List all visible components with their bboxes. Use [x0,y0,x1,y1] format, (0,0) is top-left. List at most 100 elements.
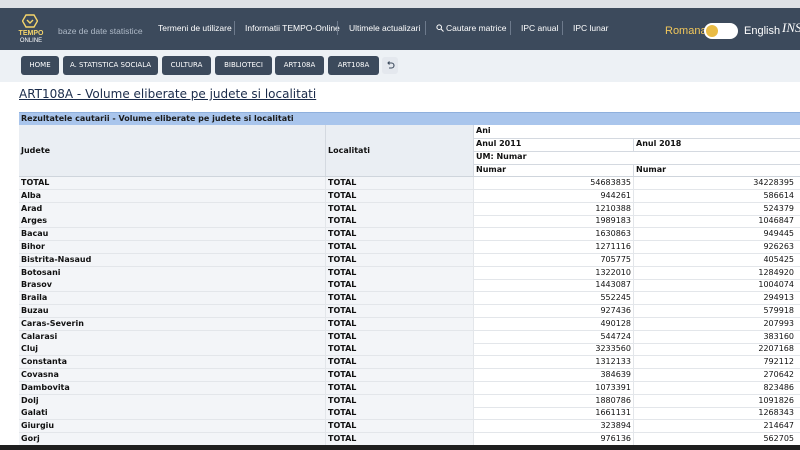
cell-divider [325,253,326,267]
cell-value-2018: 579918 [763,306,794,315]
nav-separator [510,21,511,35]
cell-value-2011: 1073391 [595,382,631,392]
nav-ipc-anual[interactable]: IPC anual [521,23,558,33]
cell-divider [325,279,326,293]
cell-value-2018: 1284920 [758,267,794,277]
header-divider [325,125,326,177]
header-divider [633,138,634,151]
nav-cautare-matrice[interactable]: Cautare matrice [436,23,506,33]
table-row: Brasov TOTAL 1443087 1004074 [19,279,800,293]
cell-divider [325,177,326,190]
nav-separator [234,21,235,35]
row-label-bg [19,369,473,381]
row-label-bg [19,407,473,420]
table-row: Calarasi TOTAL 544724 383160 [19,330,800,344]
cell-value-2011: 976136 [600,434,631,443]
row-label-bg [19,292,473,305]
cell-value-2011: 1661131 [595,408,631,418]
tempo-online-logo[interactable]: TEMPO ONLINE [16,14,46,48]
back-button[interactable] [382,57,398,74]
cell-localitate: TOTAL [328,242,357,251]
breadcrumb-cultura[interactable]: CULTURA [162,56,211,75]
cell-value-2011: 3233560 [595,344,631,354]
cell-divider [325,343,326,357]
cell-value-2018: 1046847 [758,216,794,226]
breadcrumb-statistica-sociala[interactable]: A. STATISTICA SOCIALA [63,56,158,75]
cell-localitate: TOTAL [328,344,357,354]
breadcrumb-biblioteci[interactable]: BIBLIOTECI [215,56,272,75]
cell-judet: Dolj [21,395,39,405]
cell-localitate: TOTAL [328,178,357,187]
cell-divider [325,420,326,434]
header-judete-label: Judete [21,146,51,155]
cell-localitate: TOTAL [328,267,357,277]
table-row: TOTAL TOTAL 54683835 34228395 [19,177,800,190]
cell-value-2018: 1268343 [758,408,794,418]
nav-informatii[interactable]: Informatii TEMPO-Online [245,23,340,33]
language-toggle[interactable] [704,23,738,39]
header-year-2011-label: Anul 2011 [476,139,522,148]
nav-ipc-lunar[interactable]: IPC lunar [573,23,608,33]
cell-judet: Calarasi [21,331,58,341]
cell-judet: Constanta [21,357,67,367]
cell-divider [325,317,326,331]
nav-termeni[interactable]: Termeni de utilizare [158,23,232,33]
cell-value-2018: 524379 [763,203,794,213]
nav-ultimele-actualizari[interactable]: Ultimele actualizari [349,23,420,33]
cell-value-2018: 294913 [763,293,794,303]
breadcrumb-home[interactable]: HOME [21,56,59,75]
cell-judet: Cluj [21,344,39,354]
cell-value-2011: 1271116 [595,242,631,251]
cell-value-2011: 927436 [600,306,631,315]
cell-value-2011: 1880786 [595,395,631,405]
breadcrumb-art108a-2[interactable]: ART108A [328,56,379,75]
cell-localitate: TOTAL [328,190,357,200]
table-row: Bacau TOTAL 1630863 949445 [19,228,800,242]
taskbar-strip [0,445,800,450]
cell-divider [325,228,326,242]
table-row: Buzau TOTAL 927436 579918 [19,305,800,318]
row-label-bg [19,343,473,356]
cell-judet: Brasov [21,280,52,290]
cell-value-2011: 1322010 [595,267,631,277]
page-title[interactable]: ART108A - Volume eliberate pe judete si … [19,87,316,101]
row-label-bg [19,394,473,407]
cell-judet: Botosani [21,267,61,277]
cell-value-2018: 34228395 [753,178,794,187]
header-localitati-label: Localitati [328,146,371,155]
cell-value-2018: 949445 [763,229,794,239]
header-localitati: Localitati [326,125,473,177]
cell-value-2011: 384639 [600,370,631,379]
table-row: Botosani TOTAL 1322010 1284920 [19,266,800,280]
row-label-bg [19,420,473,433]
cell-localitate: TOTAL [328,408,357,418]
table-row: Covasna TOTAL 384639 270642 [19,369,800,382]
cell-localitate: TOTAL [328,293,357,303]
header-ani: Ani [474,125,800,138]
cell-value-2018: 823486 [763,382,794,392]
cell-localitate: TOTAL [328,216,357,226]
header-divider [473,125,474,177]
cell-value-2018: 405425 [763,254,794,264]
cell-localitate: TOTAL [328,280,357,290]
cell-value-2011: 1312133 [595,357,631,367]
browser-controls [756,0,796,15]
row-label-bg [19,189,473,202]
table-row: Dolj TOTAL 1880786 1091826 [19,394,800,408]
cell-value-2018: 562705 [763,434,794,443]
row-label-bg [19,228,473,241]
language-english[interactable]: English [744,25,780,37]
row-label-bg [19,177,473,189]
row-label-bg [19,356,473,369]
row-label-bg [19,305,473,317]
breadcrumb-art108a-1[interactable]: ART108A [275,56,324,75]
cell-judet: Galati [21,408,48,418]
table-row: Cluj TOTAL 3233560 2207168 [19,343,800,357]
language-romana[interactable]: Romana [665,25,707,37]
table-row: Caras-Severin TOTAL 490128 207993 [19,317,800,331]
table-row: Arges TOTAL 1989183 1046847 [19,215,800,229]
cell-value-2011: 944261 [600,190,631,200]
cell-divider [325,215,326,229]
header-rule [473,138,800,139]
cell-judet: TOTAL [21,178,50,187]
